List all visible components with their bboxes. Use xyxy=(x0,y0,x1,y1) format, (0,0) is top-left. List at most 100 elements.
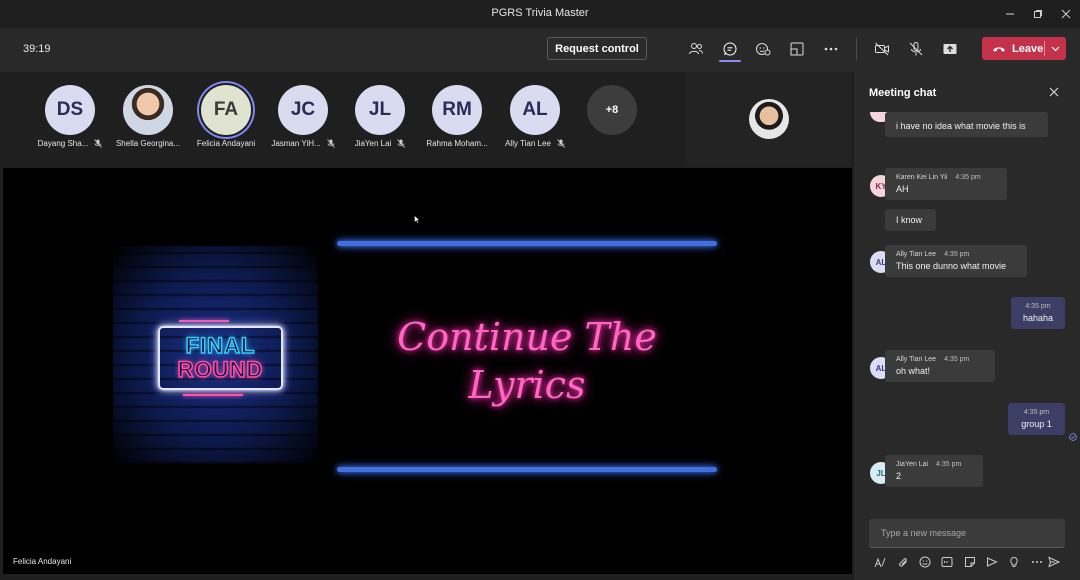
leave-button[interactable]: Leave xyxy=(982,37,1066,60)
sticker-button[interactable] xyxy=(963,555,977,569)
slide-title-line1: Continue The xyxy=(397,315,657,359)
chat-message[interactable]: JiaYen Lai 4:35 pm 2 xyxy=(885,455,983,487)
sticker-icon xyxy=(965,557,975,567)
paperclip-icon xyxy=(899,558,907,567)
hang-up-icon xyxy=(993,46,1005,52)
meeting-timer: 39:19 xyxy=(23,43,51,55)
participant-tile[interactable]: JC Jasman YiH... xyxy=(261,85,345,148)
leave-label: Leave xyxy=(1012,42,1044,55)
self-avatar xyxy=(749,99,789,139)
chat-message[interactable]: I know xyxy=(885,209,936,231)
participants-button[interactable] xyxy=(685,38,707,60)
participant-name: Jasman YiH... xyxy=(271,139,321,148)
chat-button[interactable] xyxy=(719,38,741,60)
read-receipt-icon xyxy=(1069,433,1077,441)
self-video-tile[interactable] xyxy=(686,72,852,166)
neon-line-bottom xyxy=(337,467,717,472)
chat-message-own[interactable]: 4:35 pm group 1 xyxy=(1008,403,1065,435)
send-icon xyxy=(1048,556,1060,568)
final-round-line1: FINAL xyxy=(185,333,256,359)
more-participants-button[interactable]: +8 xyxy=(570,85,654,135)
message-text: group 1 xyxy=(1021,419,1052,429)
avatar: RM xyxy=(432,85,482,135)
slide-title-line2: Lyrics xyxy=(468,363,586,407)
mic-off-icon xyxy=(326,139,335,148)
chat-icon xyxy=(723,42,737,56)
emoji-icon xyxy=(919,556,931,568)
final-round-line2: ROUND xyxy=(177,357,264,383)
final-round-sign: FINAL ROUND xyxy=(158,326,283,390)
leave-options-button[interactable] xyxy=(1045,46,1066,52)
chat-message[interactable]: Karen Kei Lin Yii 4:35 pm AH xyxy=(885,168,1007,200)
participant-tile[interactable]: Shella Georgina... xyxy=(106,85,190,148)
avatar: JC xyxy=(278,85,328,135)
minimize-button[interactable] xyxy=(996,4,1024,24)
compose-box[interactable] xyxy=(869,519,1065,548)
neon-accent-line xyxy=(183,394,243,396)
meet-now-button[interactable] xyxy=(985,555,999,569)
maximize-button[interactable] xyxy=(1024,4,1052,24)
attach-button[interactable] xyxy=(896,555,910,569)
share-icon xyxy=(943,44,957,54)
mic-off-icon xyxy=(909,42,923,56)
chat-message-own[interactable]: 4:35 pm hahaha xyxy=(1011,297,1065,329)
participant-tile[interactable]: RM Rahma Moham... xyxy=(415,85,499,148)
send-button[interactable] xyxy=(1047,555,1061,569)
chat-message[interactable]: i have no idea what movie this is xyxy=(885,112,1048,137)
shared-screen: FINAL ROUND Continue The Lyrics Felicia … xyxy=(3,168,852,574)
breakout-rooms-button[interactable] xyxy=(786,38,808,60)
participant-name: JiaYen Lai xyxy=(354,139,392,148)
message-text: This one dunno what movie xyxy=(896,261,1007,271)
leave-main[interactable]: Leave xyxy=(982,37,1044,60)
participant-tile[interactable]: DS Dayang Sha... xyxy=(28,85,112,148)
mic-off-icon xyxy=(94,139,103,148)
reaction-icon xyxy=(756,43,771,56)
avatar: JL xyxy=(355,85,405,135)
toolbar-divider xyxy=(856,38,857,60)
more-options-button[interactable] xyxy=(1030,555,1044,569)
chevron-down-icon xyxy=(1051,46,1060,51)
title-bar: PGRS Trivia Master xyxy=(0,0,1080,28)
avatar: FA xyxy=(201,85,251,135)
more-count: +8 xyxy=(587,85,637,135)
avatar: AL xyxy=(510,85,560,135)
chat-message[interactable]: Ally Tian Lee 4:35 pm This one dunno what… xyxy=(885,245,1027,277)
avatar xyxy=(123,85,173,135)
camera-toggle-button[interactable] xyxy=(871,38,893,60)
people-icon xyxy=(689,43,703,55)
share-screen-button[interactable] xyxy=(939,38,961,60)
more-icon xyxy=(824,47,838,51)
avatar: DS xyxy=(45,85,95,135)
close-icon xyxy=(1061,9,1071,19)
message-text: 2 xyxy=(896,471,902,481)
emoji-button[interactable] xyxy=(918,555,932,569)
message-time: 4:35 pm xyxy=(955,174,981,181)
gif-button[interactable] xyxy=(940,555,954,569)
message-sender: JiaYen Lai xyxy=(896,461,929,468)
chat-message[interactable]: Ally Tian Lee 4:35 pm oh what! xyxy=(885,350,995,382)
slide-title: Continue The Lyrics xyxy=(337,313,717,409)
neon-line-top xyxy=(337,241,717,246)
request-control-button[interactable]: Request control xyxy=(547,37,647,60)
message-time: 4:35 pm xyxy=(1025,303,1051,310)
chat-title: Meeting chat xyxy=(869,87,937,99)
participant-name: Rahma Moham... xyxy=(426,139,488,148)
close-window-button[interactable] xyxy=(1052,4,1080,24)
participant-tile[interactable]: FA Felicia Andayani xyxy=(184,85,268,148)
restore-icon xyxy=(1034,10,1042,18)
lightbulb-icon xyxy=(1010,556,1018,567)
participant-tile[interactable]: JL JiaYen Lai xyxy=(338,85,422,148)
message-input[interactable] xyxy=(869,519,1065,547)
mouse-cursor-icon xyxy=(414,215,420,224)
more-actions-button[interactable] xyxy=(820,38,842,60)
participant-tile[interactable]: AL Ally Tian Lee xyxy=(493,85,577,148)
mic-toggle-button[interactable] xyxy=(905,38,927,60)
reactions-button[interactable] xyxy=(752,38,774,60)
message-sender: Karen Kei Lin Yii xyxy=(896,174,948,181)
close-chat-button[interactable] xyxy=(1047,85,1061,99)
format-button[interactable] xyxy=(873,555,887,569)
praise-button[interactable] xyxy=(1007,555,1021,569)
message-text: I know xyxy=(896,215,923,225)
minimize-icon xyxy=(1006,13,1014,15)
close-icon xyxy=(1049,87,1059,97)
